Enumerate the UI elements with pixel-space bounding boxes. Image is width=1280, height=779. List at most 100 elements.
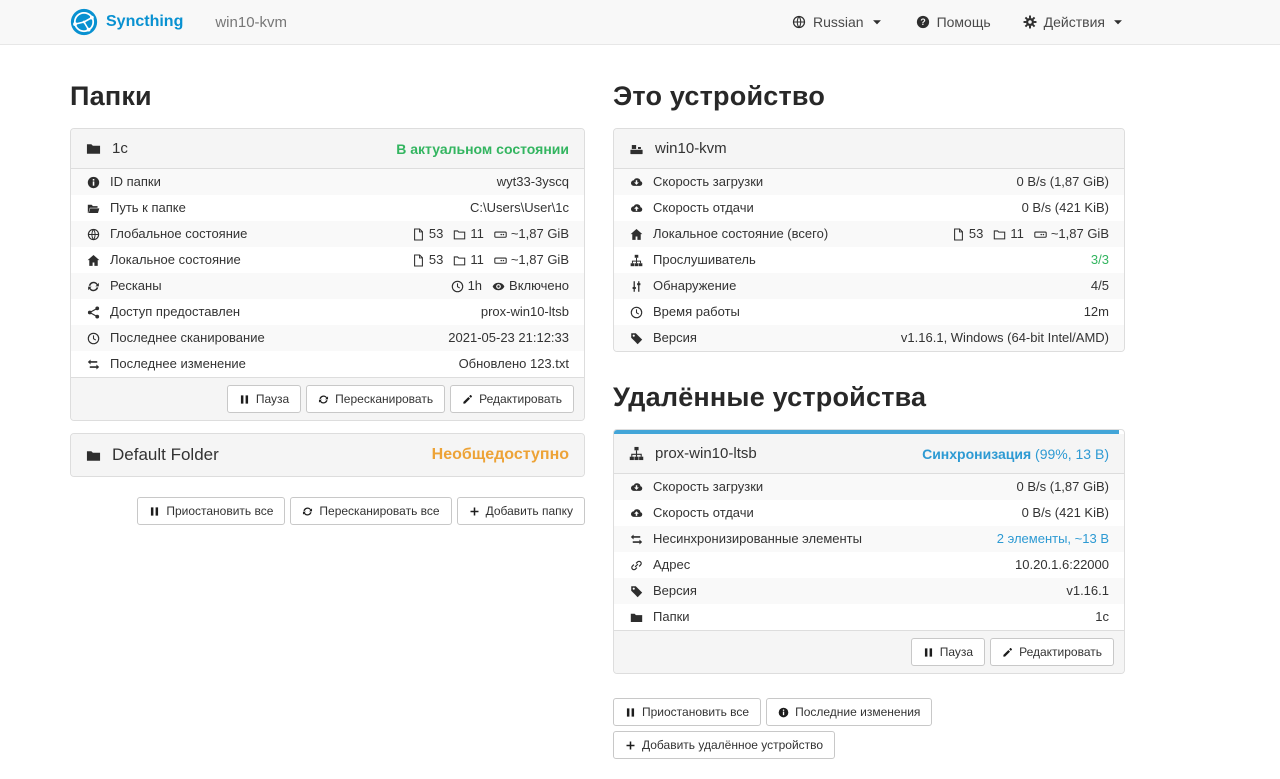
syncthing-logo-icon xyxy=(70,8,98,36)
panel-heading-folder-1c[interactable]: 1cВ актуальном состоянии xyxy=(71,129,584,169)
row-label-wrap: Доступ предоставлен xyxy=(86,304,240,320)
row-label: Несинхронизированные элементы xyxy=(653,531,862,547)
value-segment: C:\Users\User\1c xyxy=(470,200,569,216)
row-value: 1hВключено xyxy=(451,278,569,294)
cloud-down-icon xyxy=(629,481,644,494)
status-detail: (99%, 13 B) xyxy=(1031,446,1109,462)
value-text: 3/3 xyxy=(1091,252,1109,268)
value-segment: 10.20.1.6:22000 xyxy=(1015,557,1109,573)
status-text: В актуальном состоянии xyxy=(396,141,569,157)
detail-row: Последнее сканирование 2021-05-23 21:12:3… xyxy=(71,325,584,351)
info-icon xyxy=(86,176,101,189)
detail-row: Обнаружение 4/5 xyxy=(614,273,1124,299)
detail-row: Скорость загрузки0 B/s (1,87 GiB) xyxy=(614,169,1124,195)
pause-all-devices-button[interactable]: Приостановить все xyxy=(613,698,761,726)
value-segment: Обновлено 123.txt xyxy=(459,356,569,372)
row-label-wrap: Папки xyxy=(629,609,690,625)
button-label: Пересканировать все xyxy=(319,504,439,518)
row-value: 2021-05-23 21:12:33 xyxy=(448,330,569,346)
syncthing-brand[interactable]: Syncthing xyxy=(70,8,183,36)
row-value: 0 B/s (421 KiB) xyxy=(1022,200,1109,216)
button-label: Пауза xyxy=(940,645,973,659)
row-label: Версия xyxy=(653,330,697,346)
hdd-icon xyxy=(1034,228,1047,241)
pause-all-folders-button[interactable]: Приостановить все xyxy=(137,497,285,525)
row-label: Версия xyxy=(653,583,697,599)
pause-icon xyxy=(923,647,934,658)
panel-footer: ПаузаПересканироватьРедактировать xyxy=(71,377,584,420)
button-label: Приостановить все xyxy=(166,504,273,518)
pause-device-button[interactable]: Пауза xyxy=(911,638,985,666)
panel-rows: ID папкиwyt33-3yscqПуть к папкеC:\Users\… xyxy=(71,169,584,377)
value-segment: 11 xyxy=(453,252,484,268)
value-segment: 3/3 xyxy=(1091,252,1109,268)
folder-o-icon xyxy=(993,228,1006,241)
question-icon: ? xyxy=(916,15,930,29)
navbar-menu-help[interactable]: ?Помощь xyxy=(916,14,991,30)
row-label-wrap: ID папки xyxy=(86,174,161,190)
value-segment: Включено xyxy=(492,278,569,294)
detail-row: Глобальное состояние5311~1,87 GiB xyxy=(71,221,584,247)
row-label-wrap: Адрес xyxy=(629,557,690,573)
clock-icon xyxy=(86,332,101,345)
refresh-icon xyxy=(86,280,101,293)
rescan-button[interactable]: Пересканировать xyxy=(306,385,445,413)
menu-label: Russian xyxy=(813,14,864,30)
remote-devices-panel-list: prox-win10-ltsbСинхронизация (99%, 13 B)… xyxy=(613,429,1125,674)
row-label: Время работы xyxy=(653,304,740,320)
row-label: Обнаружение xyxy=(653,278,736,294)
device-icon xyxy=(629,141,644,156)
status-text: Синхронизация xyxy=(922,446,1031,462)
rescan-all-button[interactable]: Пересканировать все xyxy=(290,497,451,525)
detail-row: Локальное состояние (всего)5311~1,87 GiB xyxy=(614,221,1124,247)
detail-row: ID папкиwyt33-3yscq xyxy=(71,169,584,195)
value-text: 4/5 xyxy=(1091,278,1109,294)
row-label: Ресканы xyxy=(110,278,162,294)
edit-button[interactable]: Редактировать xyxy=(450,385,574,413)
row-label: Скорость отдачи xyxy=(653,505,754,521)
exchange-icon xyxy=(629,533,644,546)
exchange-icon xyxy=(86,358,101,371)
detail-row: Доступ предоставлен prox-win10-ltsb xyxy=(71,299,584,325)
row-value: v1.16.1, Windows (64-bit Intel/AMD) xyxy=(901,330,1109,346)
pause-button[interactable]: Пауза xyxy=(227,385,301,413)
panel-heading-folder-default[interactable]: Default FolderНеобщедоступно xyxy=(71,434,584,476)
navbar-menu-language[interactable]: Russian xyxy=(792,14,884,30)
value-segment: 12m xyxy=(1084,304,1109,320)
row-label: Прослушиватель xyxy=(653,252,756,268)
remote-device-icon xyxy=(629,446,644,461)
button-label: Последние изменения xyxy=(795,705,920,719)
row-label-wrap: Локальное состояние (всего) xyxy=(629,226,828,242)
pencil-icon xyxy=(1002,647,1013,658)
row-label-wrap: Ресканы xyxy=(86,278,162,294)
value-segment: v1.16.1, Windows (64-bit Intel/AMD) xyxy=(901,330,1109,346)
clock-icon xyxy=(451,280,464,293)
add-remote-device-button[interactable]: Добавить удалённое устройство xyxy=(613,731,835,759)
row-value: C:\Users\User\1c xyxy=(470,200,569,216)
row-label-wrap: Последнее изменение xyxy=(86,356,246,372)
edit-device-button[interactable]: Редактировать xyxy=(990,638,1114,666)
button-label: Приостановить все xyxy=(642,705,749,719)
add-folder-button[interactable]: Добавить папку xyxy=(457,497,585,525)
row-label: Скорость загрузки xyxy=(653,174,763,190)
row-label-wrap: Скорость отдачи xyxy=(629,505,754,521)
recent-changes-button[interactable]: Последние изменения xyxy=(766,698,932,726)
top-navbar: Syncthing win10-kvm Russian?ПомощьДейств… xyxy=(0,0,1280,45)
row-label: ID папки xyxy=(110,174,161,190)
detail-row: Несинхронизированные элементы 2 элементы,… xyxy=(614,526,1124,552)
out-of-sync-link[interactable]: 2 элементы, ~13 B xyxy=(997,531,1109,547)
value-segment: prox-win10-ltsb xyxy=(481,304,569,320)
info-icon xyxy=(778,707,789,718)
pencil-icon xyxy=(462,394,473,405)
panel-heading-device-prox-win10-ltsb[interactable]: prox-win10-ltsbСинхронизация (99%, 13 B) xyxy=(614,434,1124,474)
row-label: Последнее сканирование xyxy=(110,330,265,346)
panel-heading-device-win10-kvm[interactable]: win10-kvm xyxy=(614,129,1124,169)
navbar-menu-actions[interactable]: Действия xyxy=(1023,14,1125,30)
pause-icon xyxy=(239,394,250,405)
button-label: Редактировать xyxy=(1019,645,1102,659)
row-value: 0 B/s (1,87 GiB) xyxy=(1017,479,1109,495)
button-label: Добавить удалённое устройство xyxy=(642,738,823,752)
hdd-icon xyxy=(494,228,507,241)
row-label-wrap: Скорость загрузки xyxy=(629,479,763,495)
value-text: 2021-05-23 21:12:33 xyxy=(448,330,569,346)
